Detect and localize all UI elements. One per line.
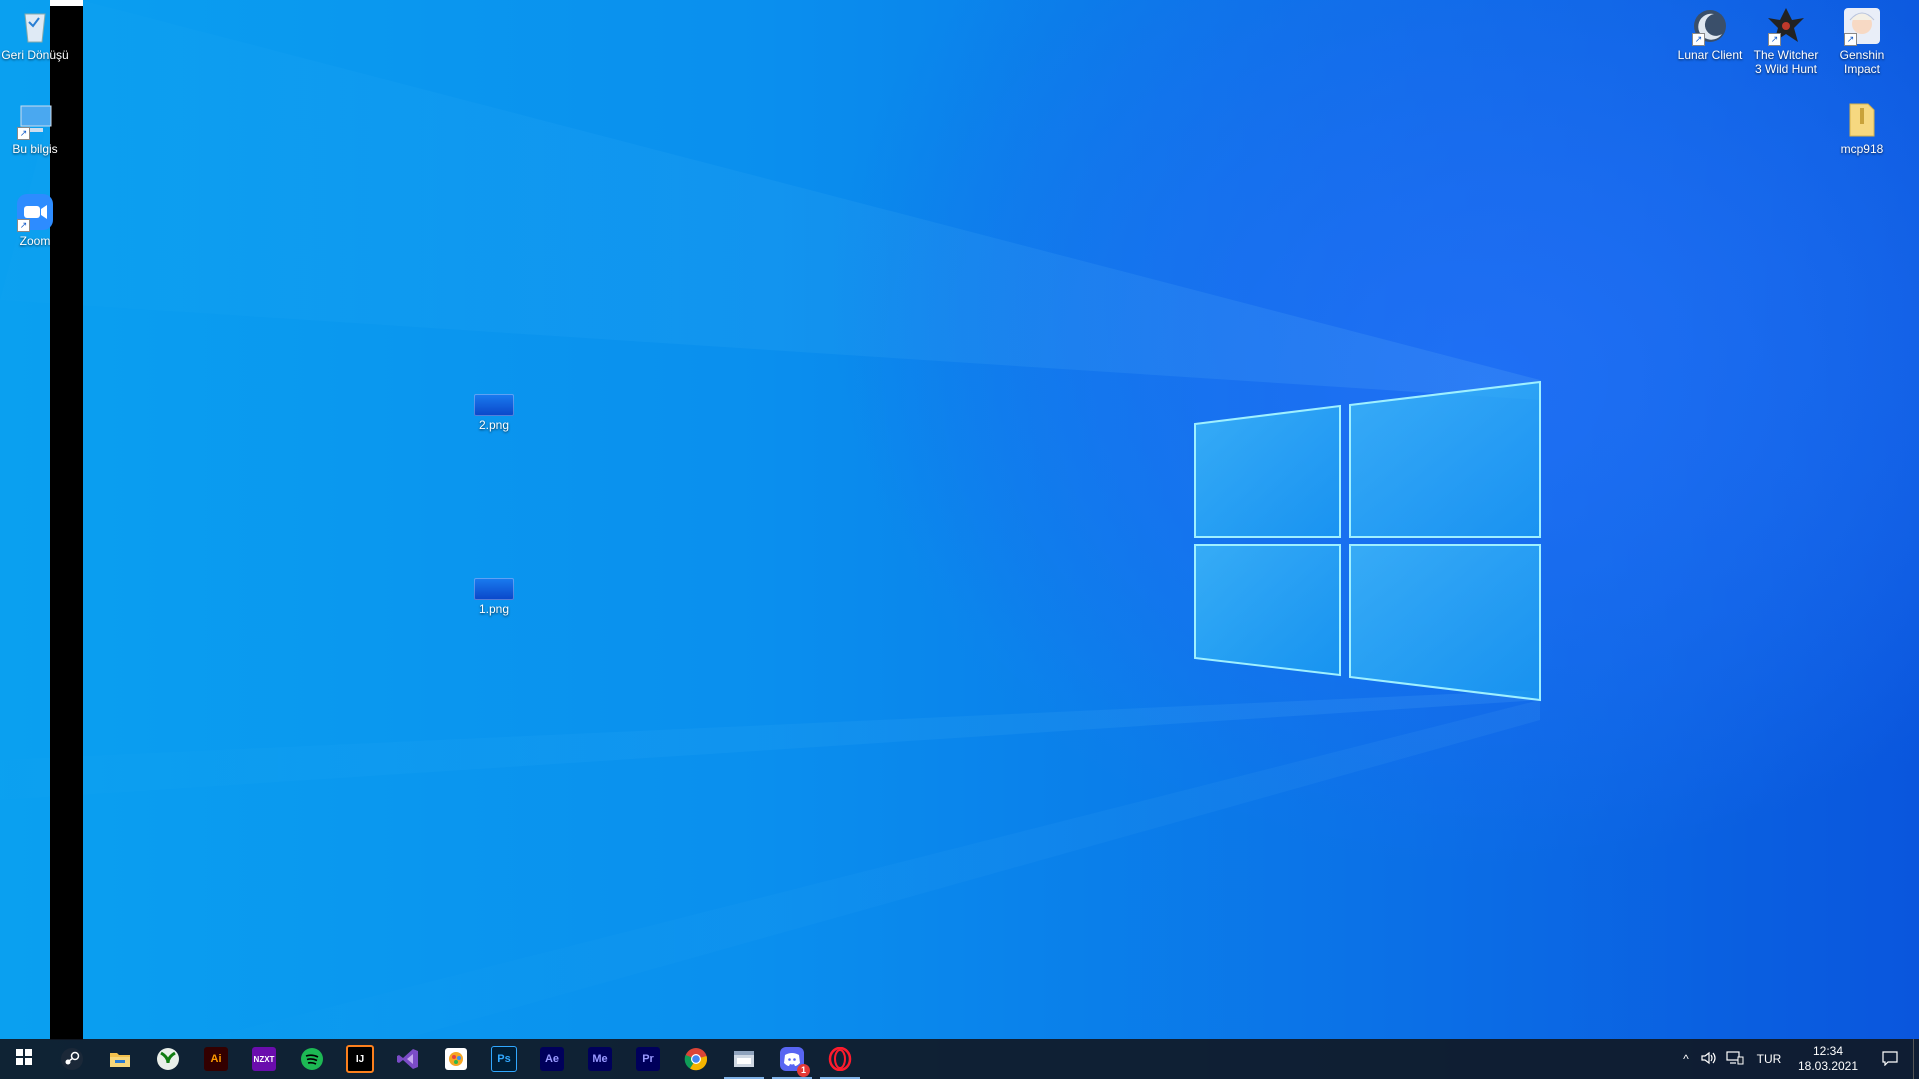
steam-icon [60,1047,84,1071]
clock-button[interactable]: 12:34 18.03.2021 [1789,1039,1867,1079]
windows-logo [1194,380,1541,702]
taskbar-app-steam[interactable] [48,1039,96,1079]
notification-badge: 1 [797,1064,810,1077]
shortcut-arrow-icon: ↗ [1692,33,1705,46]
taskbar-app-illustrator[interactable]: Ai [192,1039,240,1079]
desktop-icon-genshin-impact[interactable]: ↗ Genshin Impact [1825,6,1899,76]
taskbar-app-opera[interactable] [816,1039,864,1079]
witcher-icon: ↗ [1766,6,1806,46]
folder-zip-icon [1842,100,1882,140]
visual-studio-icon [396,1047,420,1071]
taskbar-app-spotify[interactable] [288,1039,336,1079]
taskbar-app-explorer-window[interactable] [720,1039,768,1079]
photoshop-icon: Ps [491,1046,517,1072]
desktop-icon-zoom[interactable]: ↗ Zoom [0,192,72,248]
window-explorer-icon [732,1047,756,1071]
language-indicator[interactable]: TUR [1749,1039,1789,1079]
xbox-icon [156,1047,180,1071]
taskbar-app-paint[interactable] [432,1039,480,1079]
discord-icon: 1 [780,1047,810,1077]
network-button[interactable] [1721,1039,1749,1079]
media-encoder-icon: Me [588,1047,612,1071]
desktop-icon-label: The Witcher 3 Wild Hunt [1753,48,1819,76]
shortcut-arrow-icon: ↗ [1844,33,1857,46]
premiere-icon: Pr [636,1047,660,1071]
illustrator-icon: Ai [204,1047,228,1071]
language-label: TUR [1756,1052,1782,1066]
taskbar-app-xbox[interactable] [144,1039,192,1079]
desktop-icon-label: Genshin Impact [1839,48,1885,76]
desktop-icon-witcher-3[interactable]: ↗ The Witcher 3 Wild Hunt [1749,6,1823,76]
intellij-icon: IJ [346,1045,374,1073]
after-effects-icon: Ae [540,1047,564,1071]
speaker-icon [1701,1051,1717,1068]
shortcut-arrow-icon: ↗ [17,127,30,140]
opera-icon [828,1047,852,1071]
taskbar-app-chrome[interactable] [672,1039,720,1079]
desktop-icon-lunar-client[interactable]: ↗ Lunar Client [1673,6,1747,62]
recycle-bin-icon [15,6,55,46]
shortcut-arrow-icon: ↗ [1768,33,1781,46]
spotify-icon [300,1047,324,1071]
start-button[interactable] [0,1039,48,1079]
taskbar-app-media-encoder[interactable]: Me [576,1039,624,1079]
wallpaper-light-beams [0,0,1541,1040]
tray-overflow-button[interactable]: ^ [1675,1039,1697,1079]
chrome-icon [684,1047,708,1071]
desktop-file-2-png[interactable]: 2.png [457,384,531,432]
taskbar-app-photoshop[interactable]: Ps [480,1039,528,1079]
desktop-icon-label: 2.png [478,418,510,432]
taskbar: Ai NZXT IJ Ps Ae Me Pr 1 ^ TUR 12:34 18.… [0,1039,1919,1079]
chevron-up-icon: ^ [1683,1052,1689,1066]
desktop-icon-label: Geri Dönüşü [1,48,69,62]
window-edge-strip [50,0,83,1040]
image-file-icon [474,578,514,600]
system-tray: ^ TUR 12:34 18.03.2021 [1675,1039,1919,1079]
shortcut-arrow-icon: ↗ [17,219,30,232]
show-desktop-button[interactable] [1913,1039,1919,1079]
windows-start-icon [16,1048,32,1070]
desktop-icon-label: 1.png [478,602,510,616]
taskbar-app-visual-studio[interactable] [384,1039,432,1079]
desktop-icon-label: Zoom [19,234,51,248]
desktop-icon-label: Bu bilgis [12,142,58,156]
volume-button[interactable] [1697,1039,1721,1079]
taskbar-app-intellij[interactable]: IJ [336,1039,384,1079]
folder-icon [108,1047,132,1071]
paint-icon [444,1047,468,1071]
taskbar-app-file-explorer[interactable] [96,1039,144,1079]
desktop-icon-label: mcp918 [1840,142,1884,156]
desktop-icon-mcp918[interactable]: mcp918 [1825,100,1899,156]
desktop-file-1-png[interactable]: 1.png [457,568,531,616]
nzxt-icon: NZXT [252,1047,276,1071]
taskbar-app-discord[interactable]: 1 [768,1039,816,1079]
genshin-icon: ↗ [1842,6,1882,46]
clock-time: 12:34 [1812,1044,1844,1058]
taskbar-app-after-effects[interactable]: Ae [528,1039,576,1079]
this-pc-icon: ↗ [15,100,55,140]
taskbar-app-premiere[interactable]: Pr [624,1039,672,1079]
image-file-icon [474,394,514,416]
zoom-icon: ↗ [15,192,55,232]
action-center-button[interactable] [1867,1039,1913,1079]
taskbar-app-nzxt[interactable]: NZXT [240,1039,288,1079]
desktop-icon-label: Lunar Client [1677,48,1743,62]
clock-date: 18.03.2021 [1797,1059,1859,1073]
desktop-icon-recycle-bin[interactable]: Geri Dönüşü [0,6,72,62]
desktop-icon-this-pc[interactable]: ↗ Bu bilgis [0,100,72,156]
network-icon [1726,1050,1744,1068]
notification-icon [1882,1050,1898,1069]
lunar-client-icon: ↗ [1690,6,1730,46]
